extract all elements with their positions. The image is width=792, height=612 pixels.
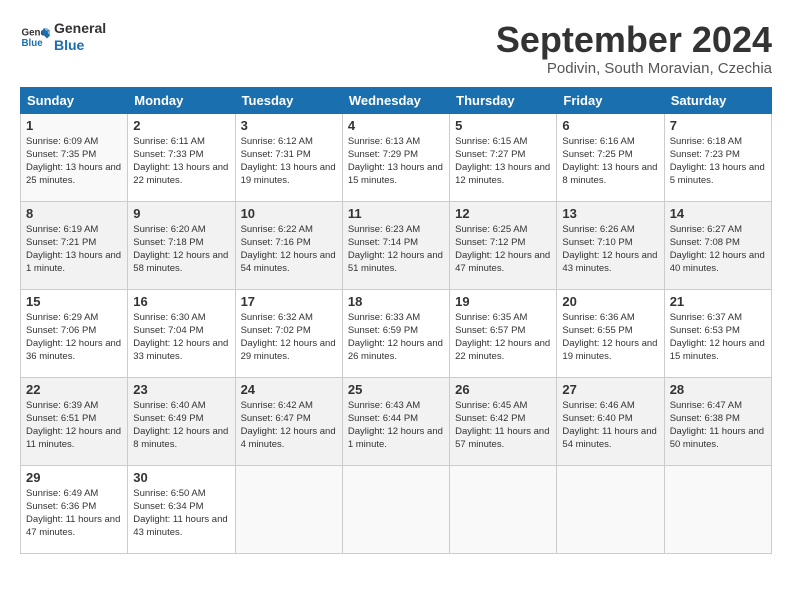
col-sunday: Sunday [21,87,128,113]
table-cell: 15 Sunrise: 6:29 AMSunset: 7:06 PMDaylig… [21,289,128,377]
table-row: 22 Sunrise: 6:39 AMSunset: 6:51 PMDaylig… [21,377,772,465]
table-cell: 27 Sunrise: 6:46 AMSunset: 6:40 PMDaylig… [557,377,664,465]
table-cell-empty [557,465,664,553]
table-cell: 28 Sunrise: 6:47 AMSunset: 6:38 PMDaylig… [664,377,771,465]
table-cell: 23 Sunrise: 6:40 AMSunset: 6:49 PMDaylig… [128,377,235,465]
table-cell: 30 Sunrise: 6:50 AMSunset: 6:34 PMDaylig… [128,465,235,553]
table-cell: 5 Sunrise: 6:15 AMSunset: 7:27 PMDayligh… [450,113,557,201]
table-cell: 12 Sunrise: 6:25 AMSunset: 7:12 PMDaylig… [450,201,557,289]
table-row: 29 Sunrise: 6:49 AMSunset: 6:36 PMDaylig… [21,465,772,553]
logo-blue: Blue [54,37,106,54]
table-cell: 14 Sunrise: 6:27 AMSunset: 7:08 PMDaylig… [664,201,771,289]
logo-icon: General Blue [20,22,50,52]
table-cell-empty [664,465,771,553]
logo-general: General [54,20,106,37]
table-cell: 18 Sunrise: 6:33 AMSunset: 6:59 PMDaylig… [342,289,449,377]
table-cell: 25 Sunrise: 6:43 AMSunset: 6:44 PMDaylig… [342,377,449,465]
table-cell: 6 Sunrise: 6:16 AMSunset: 7:25 PMDayligh… [557,113,664,201]
col-monday: Monday [128,87,235,113]
table-cell: 22 Sunrise: 6:39 AMSunset: 6:51 PMDaylig… [21,377,128,465]
col-friday: Friday [557,87,664,113]
col-tuesday: Tuesday [235,87,342,113]
table-cell: 19 Sunrise: 6:35 AMSunset: 6:57 PMDaylig… [450,289,557,377]
table-row: 8 Sunrise: 6:19 AMSunset: 7:21 PMDayligh… [21,201,772,289]
table-cell-empty [342,465,449,553]
table-row: 15 Sunrise: 6:29 AMSunset: 7:06 PMDaylig… [21,289,772,377]
table-cell: 16 Sunrise: 6:30 AMSunset: 7:04 PMDaylig… [128,289,235,377]
table-cell: 11 Sunrise: 6:23 AMSunset: 7:14 PMDaylig… [342,201,449,289]
title-block: September 2024 Podivin, South Moravian, … [496,20,772,77]
table-cell: 7 Sunrise: 6:18 AMSunset: 7:23 PMDayligh… [664,113,771,201]
logo: General Blue General Blue [20,20,106,54]
table-cell: 17 Sunrise: 6:32 AMSunset: 7:02 PMDaylig… [235,289,342,377]
table-cell: 13 Sunrise: 6:26 AMSunset: 7:10 PMDaylig… [557,201,664,289]
table-cell: 4 Sunrise: 6:13 AMSunset: 7:29 PMDayligh… [342,113,449,201]
table-cell-empty [450,465,557,553]
table-row: 1 Sunrise: 6:09 AMSunset: 7:35 PMDayligh… [21,113,772,201]
col-thursday: Thursday [450,87,557,113]
col-wednesday: Wednesday [342,87,449,113]
table-cell: 9 Sunrise: 6:20 AMSunset: 7:18 PMDayligh… [128,201,235,289]
table-cell: 2 Sunrise: 6:11 AMSunset: 7:33 PMDayligh… [128,113,235,201]
table-cell: 20 Sunrise: 6:36 AMSunset: 6:55 PMDaylig… [557,289,664,377]
table-cell-empty [235,465,342,553]
table-cell: 21 Sunrise: 6:37 AMSunset: 6:53 PMDaylig… [664,289,771,377]
month-title: September 2024 [496,20,772,60]
table-cell: 3 Sunrise: 6:12 AMSunset: 7:31 PMDayligh… [235,113,342,201]
calendar-table: Sunday Monday Tuesday Wednesday Thursday… [20,87,772,554]
svg-text:Blue: Blue [22,38,44,49]
table-cell: 8 Sunrise: 6:19 AMSunset: 7:21 PMDayligh… [21,201,128,289]
table-cell: 24 Sunrise: 6:42 AMSunset: 6:47 PMDaylig… [235,377,342,465]
table-cell: 1 Sunrise: 6:09 AMSunset: 7:35 PMDayligh… [21,113,128,201]
table-cell: 26 Sunrise: 6:45 AMSunset: 6:42 PMDaylig… [450,377,557,465]
col-saturday: Saturday [664,87,771,113]
location: Podivin, South Moravian, Czechia [496,60,772,77]
table-cell: 29 Sunrise: 6:49 AMSunset: 6:36 PMDaylig… [21,465,128,553]
table-cell: 10 Sunrise: 6:22 AMSunset: 7:16 PMDaylig… [235,201,342,289]
